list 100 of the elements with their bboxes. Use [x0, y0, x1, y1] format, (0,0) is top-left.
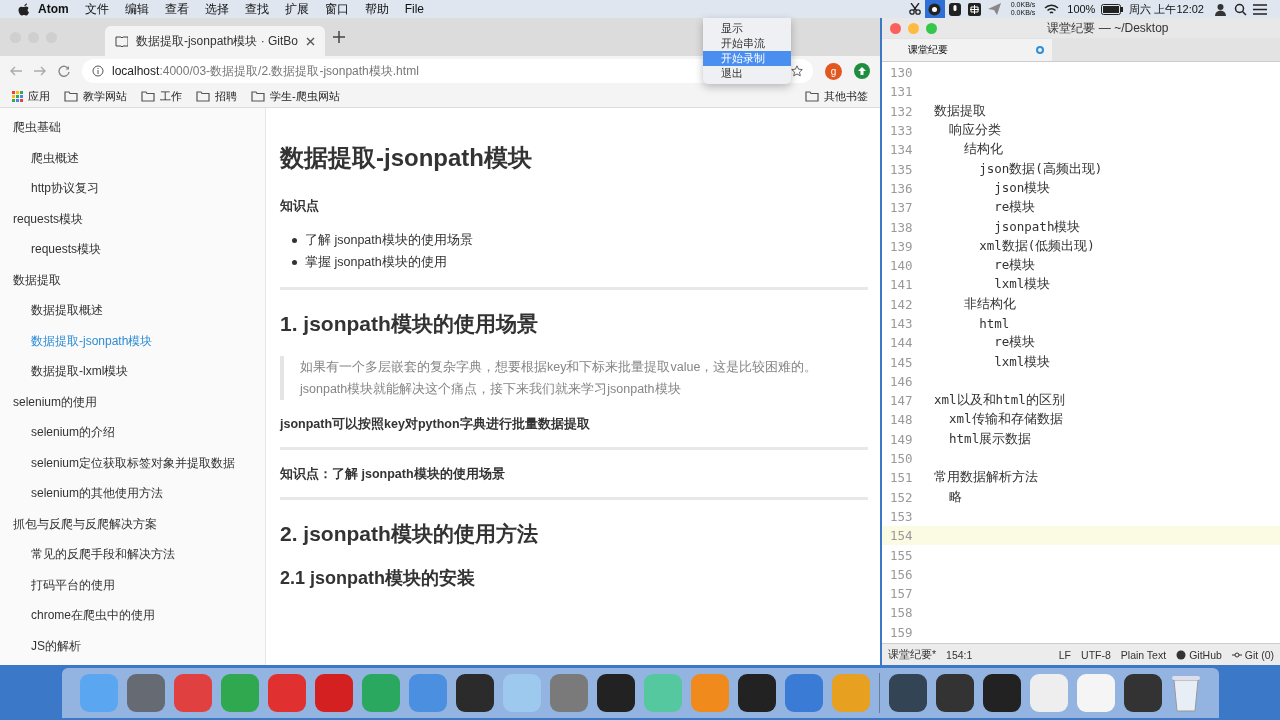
section-link[interactable]: JS的解析 — [0, 630, 265, 661]
line-number: 145 — [889, 354, 914, 370]
menu-item[interactable]: 编辑 — [116, 0, 157, 18]
menu-item[interactable]: File — [396, 2, 432, 16]
file-name[interactable]: 课堂纪要* — [888, 647, 937, 662]
menu-item[interactable]: 窗口 — [316, 0, 357, 18]
window-thumbnail[interactable] — [982, 673, 1021, 712]
line-number: 137 — [889, 200, 914, 216]
folder-icon — [64, 91, 78, 102]
code-line: xml传输和存储数据 — [948, 411, 1063, 429]
app-icon[interactable] — [737, 673, 776, 712]
bookmark[interactable]: 招聘 — [196, 89, 237, 104]
code-line: lxml模块 — [993, 276, 1051, 294]
code-line: 响应分类 — [948, 122, 1002, 140]
menu-entry[interactable]: 退出 — [703, 66, 791, 81]
section-link[interactable]: 数据提取-jsonpath模块 — [0, 325, 265, 356]
line-number: 146 — [889, 373, 914, 389]
close-tab-button[interactable] — [306, 36, 315, 46]
editor-tab[interactable]: 课堂纪要 — [882, 39, 1052, 61]
section-link[interactable]: 数据提取-lxml模块 — [0, 356, 265, 387]
bookmark[interactable]: 学生-爬虫网站 — [251, 89, 340, 104]
folder-icon — [251, 91, 265, 102]
window-thumbnail[interactable] — [935, 673, 974, 712]
forward-button[interactable] — [34, 66, 46, 76]
bookmark[interactable]: 教学网站 — [64, 89, 127, 104]
code-line: xml以及和html的区别 — [934, 392, 1065, 410]
line-number: 148 — [889, 412, 914, 428]
menu-item[interactable]: 帮助 — [356, 0, 397, 18]
bookmark[interactable]: 其他书签 — [805, 89, 868, 104]
line-number: 136 — [889, 180, 914, 196]
section-link[interactable]: requests模块 — [0, 234, 265, 265]
chapter-link[interactable]: 抓包与反爬与反爬解决方案 — [0, 508, 265, 539]
section-link[interactable]: selenium的其他使用方法 — [0, 478, 265, 509]
section-link[interactable]: chrome在爬虫中的使用 — [0, 600, 265, 631]
minimize-button[interactable] — [908, 22, 919, 34]
bookmark[interactable]: 应用 — [12, 89, 50, 104]
section-link[interactable]: 常见的反爬手段和解决方法 — [0, 539, 265, 570]
menu-entry[interactable]: 显示 — [703, 21, 791, 36]
line-number: 142 — [889, 296, 914, 312]
section-link[interactable]: 爬虫概述 — [0, 142, 265, 173]
chapter-link[interactable]: selenium的使用 — [0, 386, 265, 417]
close-button[interactable] — [890, 22, 901, 34]
section-link[interactable]: selenium的介绍 — [0, 417, 265, 448]
chapter-link[interactable]: 爬虫基础 — [0, 112, 265, 143]
menu-item[interactable]: 文件 — [76, 0, 117, 18]
cursor-position[interactable]: 154:1 — [946, 648, 973, 661]
section-link[interactable]: selenium定位获取标签对象并提取数据 — [0, 447, 265, 478]
chapter-link[interactable]: requests模块 — [0, 203, 265, 234]
menu-item[interactable]: 查找 — [236, 0, 277, 18]
menu-item[interactable]: 选择 — [196, 0, 237, 18]
bookmark[interactable]: 工作 — [141, 89, 182, 104]
menu-item[interactable]: 扩展 — [276, 0, 317, 18]
menu-item[interactable]: 查看 — [156, 0, 197, 18]
browser-tab[interactable]: 数据提取-jsonpath模块 · GitBo — [105, 26, 325, 56]
recorder-icon[interactable] — [924, 0, 945, 18]
line-number: 159 — [889, 624, 914, 640]
code-line: html — [978, 316, 1010, 331]
bold-paragraph: jsonpath可以按照key对python字典进行批量数据提取 — [280, 416, 591, 433]
section-link[interactable]: 数据提取概述 — [0, 295, 265, 326]
battery-icon[interactable] — [1101, 3, 1124, 15]
menu-entry[interactable]: 开始串流 — [703, 36, 791, 51]
section-link[interactable]: http协议复习 — [0, 173, 265, 204]
reload-button[interactable] — [58, 65, 70, 77]
line-ending[interactable]: LF — [1058, 648, 1072, 661]
apps-grid-icon — [12, 91, 23, 102]
line-number: 132 — [889, 103, 914, 119]
code-line: 数据提取 — [934, 102, 986, 120]
apple-icon[interactable] — [18, 2, 30, 16]
window-thumbnail[interactable] — [1123, 673, 1162, 712]
section-heading: 1. jsonpath模块的使用场景 — [280, 311, 539, 337]
extension-icon[interactable] — [854, 63, 870, 79]
app-icon[interactable] — [596, 673, 635, 712]
app-menu[interactable]: Atom — [30, 2, 77, 16]
encoding[interactable]: UTF-8 — [1081, 648, 1111, 661]
chapter-link[interactable]: 数据提取 — [0, 264, 265, 295]
grammar[interactable]: Plain Text — [1120, 648, 1167, 661]
line-number: 135 — [889, 161, 914, 177]
line-number: 153 — [889, 508, 914, 524]
new-tab-button[interactable] — [333, 31, 345, 43]
bullet-item: 了解 jsonpath模块的使用场景 — [305, 232, 473, 249]
profile-avatar[interactable]: g — [825, 62, 842, 80]
code-line: json数据(高频出现) — [978, 160, 1103, 178]
git-button[interactable]: Git (0) — [1231, 648, 1274, 661]
github-button[interactable]: GitHub — [1176, 648, 1222, 661]
zoom-button[interactable] — [926, 22, 937, 34]
section-link[interactable]: 打码平台的使用 — [0, 569, 265, 600]
window-thumbnail[interactable] — [1029, 673, 1068, 712]
star-icon[interactable] — [791, 65, 803, 77]
line-number: 152 — [889, 489, 914, 505]
url-path: :4000/03-数据提取/2.数据提取-jsonpath模块.html — [159, 62, 419, 80]
line-number: 158 — [889, 605, 914, 621]
window-thumbnail[interactable] — [888, 673, 927, 712]
clock[interactable]: 周六 上午12:02 — [1129, 1, 1204, 17]
line-number: 155 — [889, 547, 914, 563]
trash-icon[interactable] — [1170, 673, 1201, 712]
window-title: 课堂纪要 — ~/Desktop — [1046, 19, 1170, 37]
window-thumbnail[interactable] — [1076, 673, 1115, 712]
app-icon[interactable] — [455, 673, 494, 712]
back-button[interactable] — [10, 66, 22, 76]
code-line: re模块 — [993, 257, 1036, 275]
